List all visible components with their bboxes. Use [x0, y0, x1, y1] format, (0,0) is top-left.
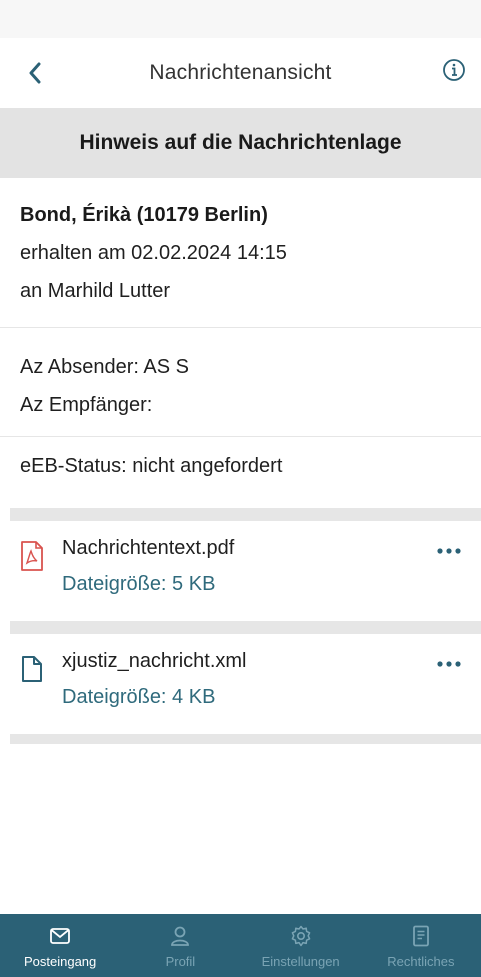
- tab-rechtliches[interactable]: Rechtliches: [361, 914, 481, 977]
- attachment-item[interactable]: Nachrichtentext.pdf Dateigröße: 5 KB: [0, 521, 481, 621]
- document-icon: [412, 925, 429, 947]
- attachment-size: Dateigröße: 5 KB: [62, 573, 216, 595]
- bottom-tab-bar: Posteingang Profil Einstellungen Rechtli…: [0, 914, 481, 977]
- chevron-left-icon: [29, 62, 41, 84]
- page-title: Nachrichtenansicht: [149, 61, 332, 84]
- user-icon: [171, 926, 190, 946]
- divider: [0, 436, 481, 437]
- tab-profil[interactable]: Profil: [120, 914, 240, 977]
- tab-label: Einstellungen: [261, 954, 340, 969]
- pdf-file-icon: [21, 541, 43, 571]
- status-bar: [0, 0, 481, 38]
- attachment-size: Dateigröße: 4 KB: [62, 686, 216, 708]
- message-subject: Hinweis auf die Nachrichtenlage: [0, 108, 481, 178]
- gear-icon: [291, 925, 310, 947]
- attachment-item[interactable]: xjustiz_nachricht.xml Dateigröße: 4 KB: [0, 634, 481, 734]
- back-button[interactable]: [20, 58, 50, 88]
- divider: [0, 327, 481, 328]
- received-date: erhalten am 02.02.2024 14:15: [20, 242, 287, 264]
- inbox-icon: [50, 928, 71, 944]
- eeb-status: eEB-Status: nicht angefordert: [20, 455, 283, 477]
- tab-posteingang[interactable]: Posteingang: [0, 914, 120, 977]
- eeb-status-block: eEB-Status: nicht angefordert: [20, 447, 470, 485]
- recipient: an Marhild Lutter: [20, 280, 171, 302]
- tab-einstellungen[interactable]: Einstellungen: [241, 914, 361, 977]
- az-sender: Az Absender: AS S: [20, 356, 189, 378]
- sender-name: Bond, Érikà (10179 Berlin): [20, 204, 268, 226]
- tab-label: Posteingang: [23, 954, 97, 969]
- reference-info: Az Absender: AS S Az Empfänger:: [20, 348, 470, 424]
- file-icon: [22, 656, 42, 682]
- attachment-name[interactable]: Nachrichtentext.pdf: [62, 537, 234, 560]
- more-options-icon[interactable]: [431, 652, 467, 676]
- more-options-icon[interactable]: [431, 539, 467, 563]
- navigation-bar: Nachrichtenansicht: [0, 38, 481, 108]
- sender-info: Bond, Érikà (10179 Berlin) erhalten am 0…: [20, 196, 470, 310]
- info-button[interactable]: [439, 55, 469, 85]
- tab-label: Profil: [165, 954, 196, 969]
- info-circle-icon: [443, 59, 465, 81]
- attachment-name[interactable]: xjustiz_nachricht.xml: [62, 650, 247, 673]
- tab-label: Rechtliches: [387, 954, 455, 969]
- section-separator: [10, 621, 481, 634]
- az-recipient: Az Empfänger:: [20, 394, 153, 416]
- section-separator: [10, 734, 481, 744]
- section-separator: [10, 508, 481, 521]
